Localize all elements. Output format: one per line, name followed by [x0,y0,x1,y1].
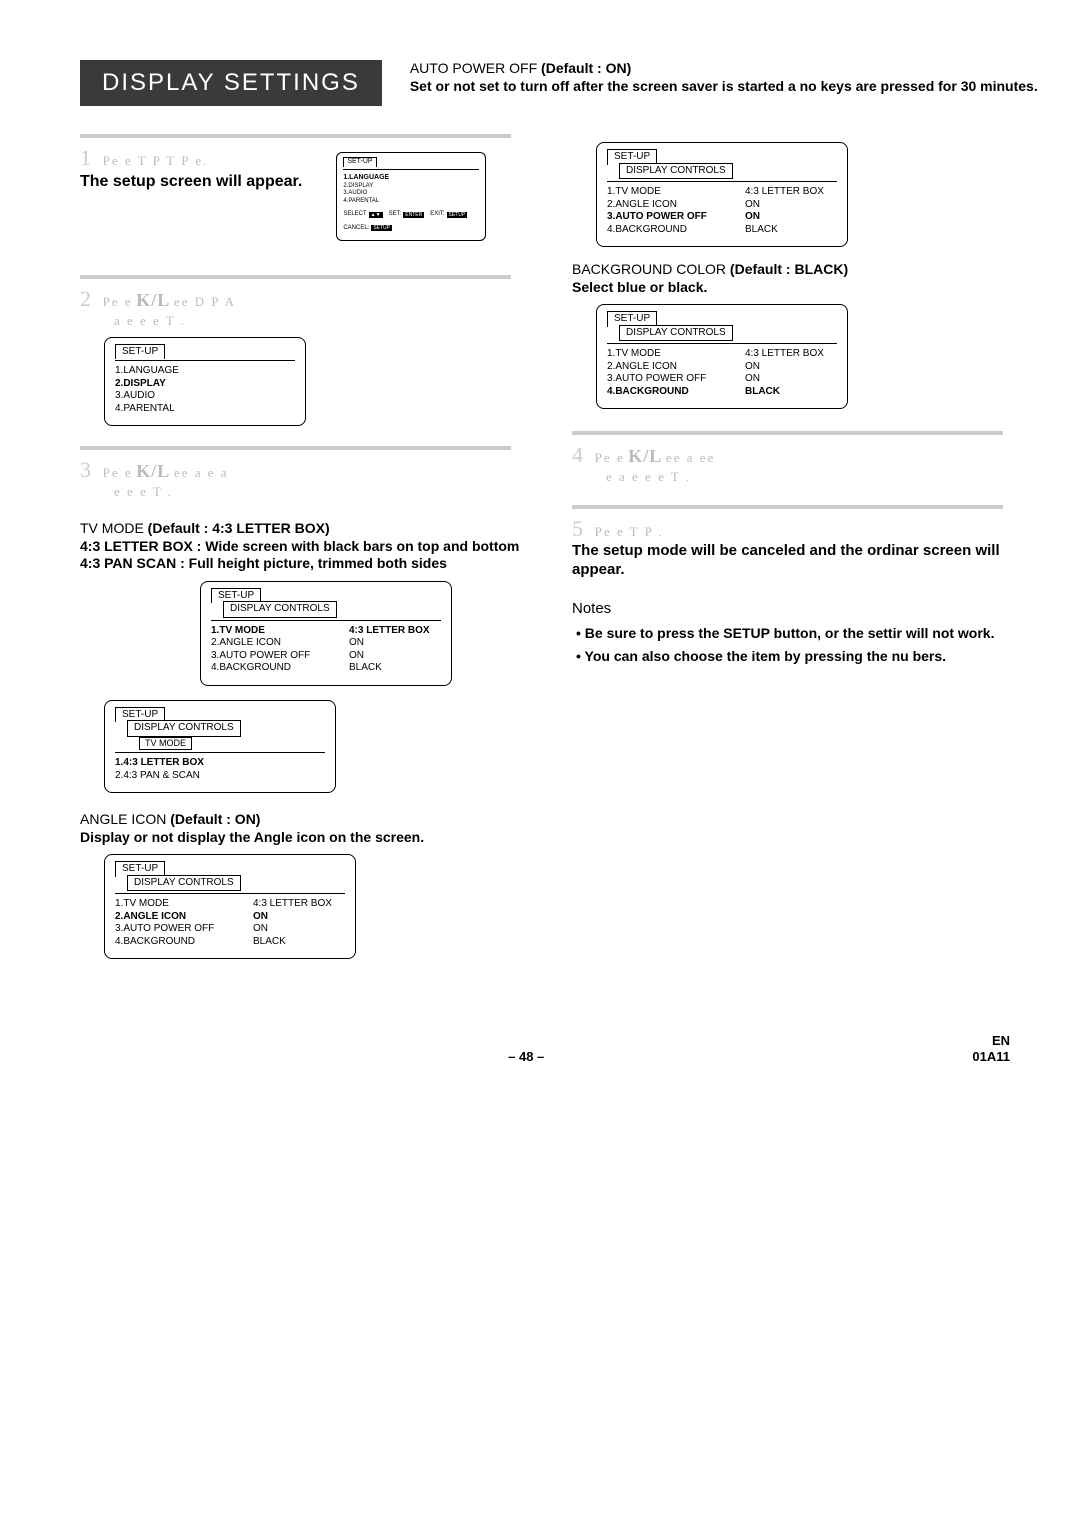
step-5-num: 5 [572,516,583,541]
step-1-text: Pe e T P T P e. [103,153,209,168]
osd-menu-display-controls-autopower: SET-UP DISPLAY CONTROLS 1.TV MODE4:3 LET… [596,142,848,247]
angle-icon-block: ANGLE ICON (Default : ON) Display or not… [80,811,548,846]
auto-power-off-default: (Default : ON) [541,60,631,76]
osd-menu-display-controls-background: SET-UP DISPLAY CONTROLS 1.TV MODE4:3 LET… [596,304,848,409]
tv-mode-block: TV MODE (Default : 4:3 LETTER BOX) 4:3 L… [80,520,548,573]
page-number: – 48 – [508,1049,544,1065]
osd-footer-mini: SELECT▲▼ SET:ENTER EXIT:SETUP CANCEL:SET… [343,211,479,232]
arrow-up-down-icon: K/L [136,461,170,481]
note-2: You can also choose the item by pressing… [572,648,1040,666]
osd-tab-setup: SET-UP [343,157,376,167]
step-5-bold: The setup mode will be canceled and the … [572,542,1000,578]
note-1: Be sure to press the SETUP button, or th… [572,625,1040,643]
step-1-num: 1 [80,145,91,170]
step-4-num: 4 [572,442,583,467]
auto-power-off-desc: Set or not set to turn off after the scr… [410,78,1038,94]
step-2-num: 2 [80,286,91,311]
auto-power-off-label: AUTO POWER OFF [410,60,541,76]
osd-menu-setup: SET-UP 1.LANGUAGE 2.DISPLAY 3.AUDIO 4.PA… [104,337,306,427]
osd-menu-tvmode-sub: SET-UP DISPLAY CONTROLS TV MODE 1.4:3 LE… [104,700,336,794]
step-1-bold: The setup screen will appear. [80,173,302,190]
background-color-block: BACKGROUND COLOR (Default : BLACK) Selec… [572,261,1040,296]
auto-power-off-block: AUTO POWER OFF (Default : ON) Set or not… [410,60,1038,95]
arrow-up-down-icon: K/L [136,290,170,310]
step-3-num: 3 [80,457,91,482]
osd-menu-display-controls-angle: SET-UP DISPLAY CONTROLS 1.TV MODE4:3 LET… [104,854,356,959]
page-title: DISPLAY SETTINGS [80,60,382,106]
osd-menu-setup-mini: SET-UP 1.LANGUAGE 2.DISPLAY 3.AUDIO 4.PA… [336,152,486,241]
arrow-up-down-icon: K/L [628,446,662,466]
notes-heading: Notes [572,600,1040,619]
osd-menu-display-controls-tvmode: SET-UP DISPLAY CONTROLS 1.TV MODE4:3 LET… [200,581,452,686]
page-code: EN01A11 [972,1033,1010,1066]
